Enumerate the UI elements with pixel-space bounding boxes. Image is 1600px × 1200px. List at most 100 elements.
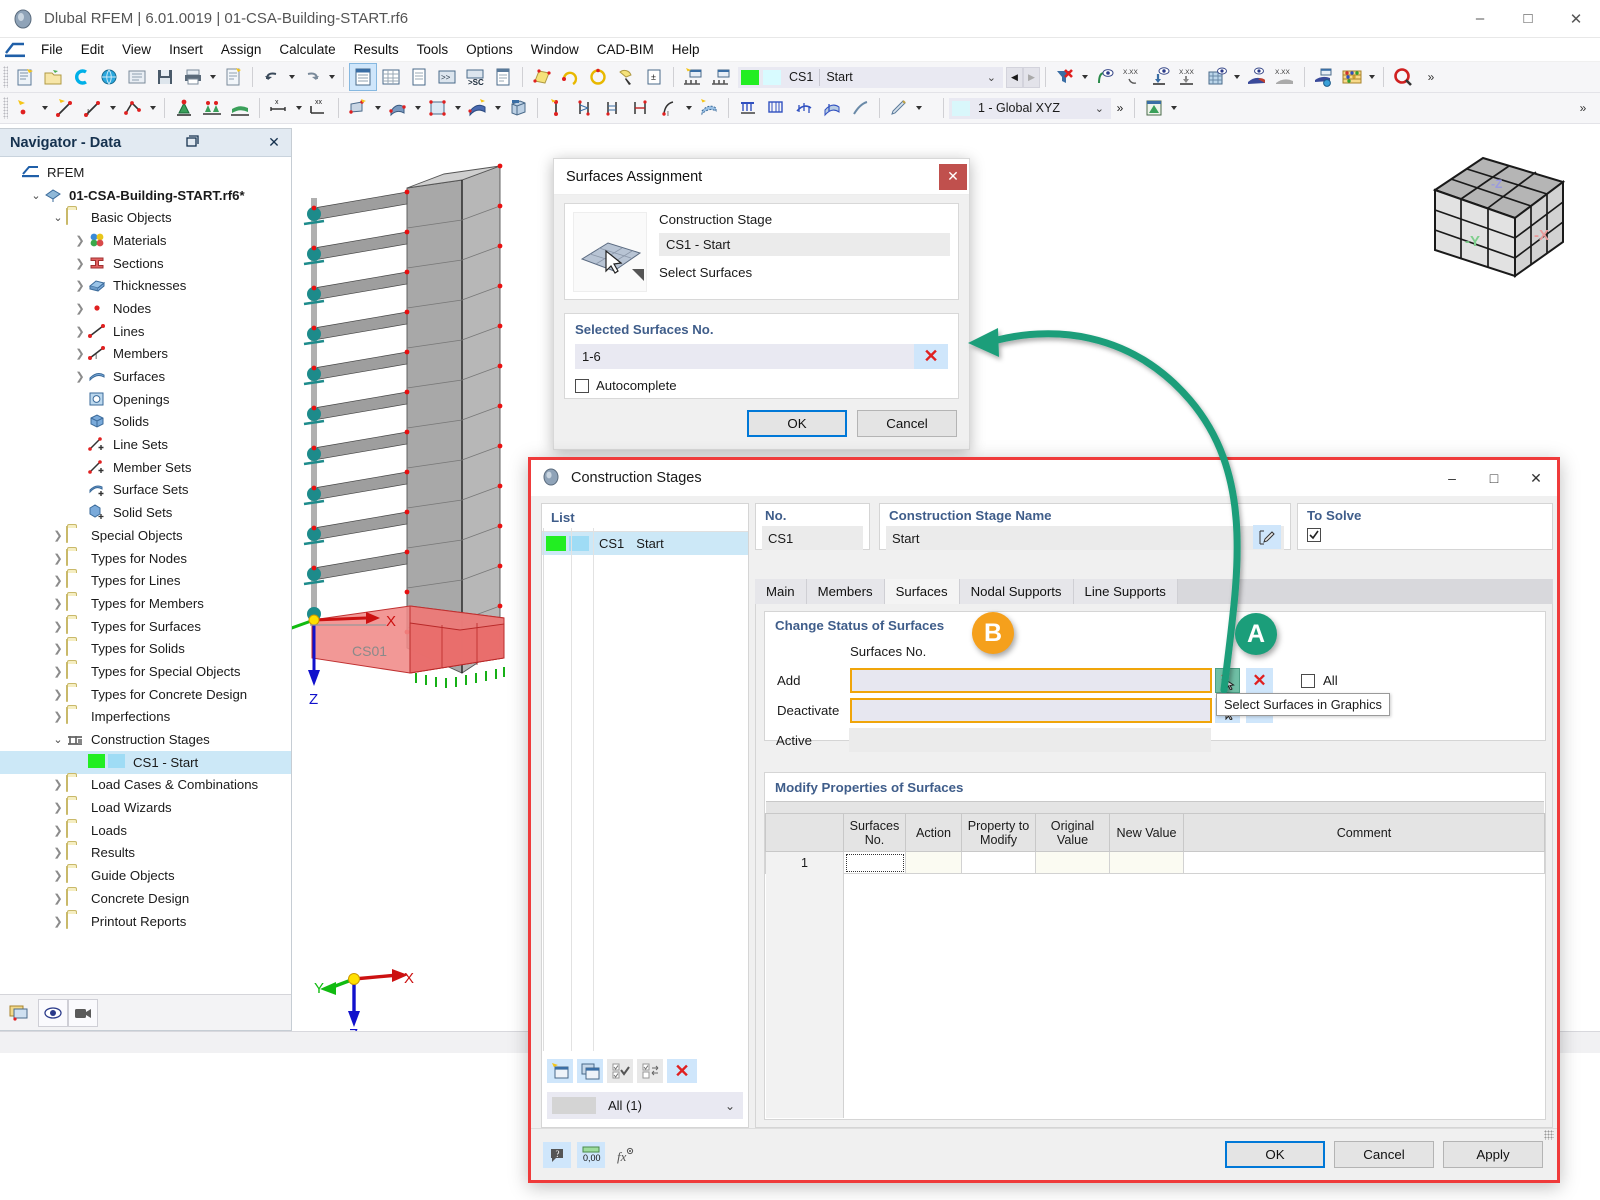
assign-ok-button[interactable]: OK	[747, 410, 847, 437]
chevron-right-icon[interactable]: ❯	[50, 665, 66, 678]
properties-icon[interactable]	[124, 64, 150, 90]
chevron-right-icon[interactable]: ❯	[72, 257, 88, 270]
load-line-icon[interactable]	[735, 95, 761, 121]
tree-item-types-for-surfaces[interactable]: ❯ Types for Surfaces	[0, 615, 291, 638]
eye-icon[interactable]	[38, 998, 68, 1027]
autocomplete-checkbox[interactable]	[575, 378, 589, 393]
tree-item-nodes[interactable]: ❯ Nodes	[0, 297, 291, 320]
tree-item-members[interactable]: ❯ I Members	[0, 343, 291, 366]
chevron-right-icon[interactable]: ❯	[50, 892, 66, 905]
menu-calculate[interactable]: Calculate	[270, 40, 344, 59]
cell-comment[interactable]	[1183, 851, 1545, 874]
load-area-icon[interactable]	[791, 95, 817, 121]
cs-apply-button[interactable]: Apply	[1443, 1141, 1543, 1168]
chevron-down-icon[interactable]: ⌄	[50, 211, 66, 224]
units-0-00-icon[interactable]: 0,00	[577, 1141, 605, 1168]
table-grid-icon[interactable]	[378, 64, 404, 90]
surface-view-icon[interactable]	[1244, 64, 1270, 90]
menu-window[interactable]: Window	[522, 40, 588, 59]
minimize-button[interactable]: –	[1456, 0, 1504, 38]
xxx-select-icon[interactable]: X.XX	[1120, 64, 1146, 90]
toolbar2-overflow-icon[interactable]: »	[1570, 95, 1596, 121]
resize-grip[interactable]	[1544, 1130, 1554, 1140]
polyline-dropdown[interactable]	[147, 95, 159, 121]
abacus-dropdown[interactable]	[1366, 64, 1378, 90]
table-row[interactable]: 1	[765, 851, 1545, 874]
invert-check-icon[interactable]	[637, 1059, 663, 1083]
all-checkbox[interactable]	[1301, 673, 1315, 688]
chevron-right-icon[interactable]: ❯	[50, 846, 66, 859]
node-single-icon[interactable]	[544, 95, 570, 121]
tree-item-member-sets[interactable]: Member Sets	[0, 456, 291, 479]
dim-x-icon[interactable]: x	[266, 95, 292, 121]
tree-item-types-for-lines[interactable]: ❯ Types for Lines	[0, 569, 291, 592]
menu-results[interactable]: Results	[345, 40, 408, 59]
menu-options[interactable]: Options	[457, 40, 522, 59]
dimension-icon[interactable]: ±	[641, 64, 667, 90]
tree-item-openings[interactable]: Openings	[0, 388, 291, 411]
chevron-right-icon[interactable]: ❯	[50, 778, 66, 791]
tree-item-basic-objects[interactable]: ⌄ Basic Objects	[0, 206, 291, 229]
name-value-field[interactable]: Start	[886, 526, 1284, 550]
cs-cancel-button[interactable]: Cancel	[1334, 1141, 1434, 1168]
tab-main[interactable]: Main	[755, 579, 807, 604]
visibility-bend-icon[interactable]	[1092, 64, 1118, 90]
tree-item-sections[interactable]: ❯ Sections	[0, 252, 291, 275]
node-new-icon[interactable]	[12, 95, 38, 121]
menu-tools[interactable]: Tools	[408, 40, 458, 59]
render-dropdown[interactable]	[1168, 95, 1180, 121]
menu-assign[interactable]: Assign	[212, 40, 271, 59]
view-navigation-cube[interactable]: -Y -X -Z	[1417, 148, 1577, 286]
chevron-right-icon[interactable]: ❯	[72, 347, 88, 360]
opening-new-icon[interactable]	[425, 95, 451, 121]
chevron-right-icon[interactable]: ❯	[50, 824, 66, 837]
edit-pencil-icon[interactable]	[1253, 525, 1281, 549]
overflow-chevron-icon[interactable]: »	[1418, 64, 1444, 90]
cs-close-button[interactable]: ✕	[1515, 461, 1557, 495]
cs-maximize-button[interactable]: □	[1473, 461, 1515, 495]
tab-nodal-supports[interactable]: Nodal Supports	[959, 579, 1074, 604]
chevron-right-icon[interactable]: ❯	[72, 325, 88, 338]
member-new-icon[interactable]: I	[80, 95, 106, 121]
toolbar-grip[interactable]	[3, 66, 8, 88]
camera-icon[interactable]	[68, 998, 98, 1027]
open-folder-icon[interactable]	[40, 64, 66, 90]
pen-edit-icon[interactable]	[886, 95, 912, 121]
load-surface-icon[interactable]	[819, 95, 845, 121]
tree-item-materials[interactable]: ❯ Materials	[0, 229, 291, 252]
stage-new-icon[interactable]	[680, 64, 706, 90]
dock-icon[interactable]	[181, 134, 203, 151]
grid-dropdown[interactable]	[1231, 64, 1243, 90]
render-green-icon[interactable]	[1141, 95, 1167, 121]
rotate-node-icon[interactable]	[557, 64, 583, 90]
tree-item-guide-objects[interactable]: ❯ Guide Objects	[0, 864, 291, 887]
tree-item-solid-sets[interactable]: Solid Sets	[0, 501, 291, 524]
add-surfaces-input[interactable]	[850, 668, 1212, 693]
redo-dropdown[interactable]	[326, 64, 338, 90]
tree-item-imperfections[interactable]: ❯ Imperfections	[0, 706, 291, 729]
select-surface-icon[interactable]	[529, 64, 555, 90]
render-view-icon[interactable]	[4, 999, 34, 1027]
menu-edit[interactable]: Edit	[72, 40, 113, 59]
chevron-right-icon[interactable]: ❯	[50, 552, 66, 565]
tree-item-surface-sets[interactable]: Surface Sets	[0, 479, 291, 502]
assign-cancel-button[interactable]: Cancel	[857, 410, 957, 437]
print-dropdown[interactable]	[207, 64, 219, 90]
chevron-right-icon[interactable]: ❯	[50, 642, 66, 655]
new-model-icon[interactable]	[12, 64, 38, 90]
stage-next-button[interactable]: ▶	[1023, 66, 1040, 88]
grid-visibility-icon[interactable]	[1204, 64, 1230, 90]
solid-new-icon[interactable]	[385, 95, 411, 121]
tree-item-line-sets[interactable]: Line Sets	[0, 433, 291, 456]
cs-minimize-button[interactable]: –	[1431, 461, 1473, 495]
tree-item-types-for-concrete-design[interactable]: ❯ Types for Concrete Design	[0, 683, 291, 706]
undo-dropdown[interactable]	[286, 64, 298, 90]
solid-block-icon[interactable]	[505, 95, 531, 121]
to-solve-checkbox[interactable]	[1307, 527, 1321, 542]
thickness-dropdown[interactable]	[492, 95, 504, 121]
chevron-down-icon[interactable]: ⌄	[1095, 102, 1104, 115]
tree-item-thicknesses[interactable]: ❯ Thicknesses	[0, 274, 291, 297]
script-sc-icon[interactable]: >SC	[462, 64, 488, 90]
polyline-icon[interactable]	[120, 95, 146, 121]
tree-item-printout-reports[interactable]: ❯ Printout Reports	[0, 910, 291, 933]
